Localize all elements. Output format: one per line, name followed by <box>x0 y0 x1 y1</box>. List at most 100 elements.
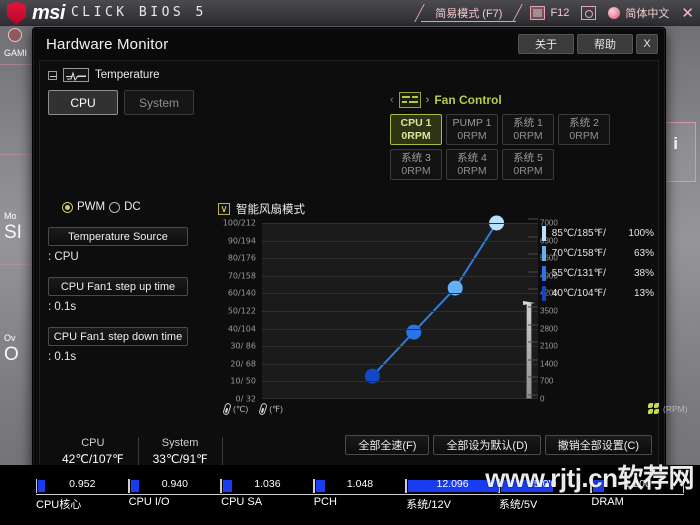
fan-button-sys4[interactable]: 系统 4 0RPM <box>446 149 498 180</box>
y-axis-tick: 50/122 <box>227 306 256 316</box>
legend-row: 55℃/131℉/ 38% <box>542 263 654 283</box>
fan-button-sys5[interactable]: 系统 5 0RPM <box>502 149 554 180</box>
voltage-item: 0.940 CPU I/O <box>128 478 222 525</box>
rpm-axis-tick: 2100 <box>528 341 558 351</box>
screenshot-f12-button[interactable]: F12 <box>530 6 569 20</box>
y-axis-tick: 60/140 <box>227 288 256 298</box>
smart-fan-mode-row: ∨ 智能风扇模式 <box>218 201 654 217</box>
fan-control-section: ‹ › Fan Control CPU 1 0RPM PUMP 1 0RPM 系… <box>390 92 668 180</box>
fan-button-pump1[interactable]: PUMP 1 0RPM <box>446 114 498 145</box>
voltage-value: 1.036 <box>254 478 281 490</box>
clock-icon <box>8 28 22 42</box>
grid-line <box>262 346 538 348</box>
y-axis-tick: 90/194 <box>227 236 256 246</box>
fan-rpm: 0RPM <box>457 129 487 142</box>
step-up-time-value: : 0.1s <box>48 301 77 313</box>
voltage-label: DRAM <box>591 496 624 508</box>
radio-dc[interactable] <box>109 201 121 213</box>
temperature-graph-icon <box>63 68 89 82</box>
prev-arrow-icon[interactable]: ‹ <box>390 94 394 106</box>
legend-row: 85℃/185℉/ 100% <box>542 223 654 243</box>
msi-shield-icon <box>7 1 26 25</box>
revert-all-button[interactable]: 撤销全部设置(C) <box>544 435 652 455</box>
all-default-button[interactable]: 全部设为默认(D) <box>433 435 541 455</box>
fan-rpm: 0RPM <box>457 164 487 177</box>
y-axis-tick: 100/212 <box>222 218 256 228</box>
bios-suite-name: CLICK BIOS 5 <box>70 5 207 20</box>
help-button[interactable]: 帮助 <box>577 34 633 54</box>
smart-fan-checkbox[interactable]: ∨ <box>218 203 230 215</box>
step-down-time-button[interactable]: CPU Fan1 step down time <box>48 327 188 346</box>
hardware-monitor-dialog: Hardware Monitor 关于 帮助 X Temperature CPU <box>33 28 688 512</box>
collapse-icon[interactable] <box>48 70 57 80</box>
radio-pwm[interactable] <box>62 201 73 213</box>
close-button[interactable]: X <box>636 34 658 54</box>
voltage-value: 0.952 <box>69 478 96 490</box>
all-full-speed-button[interactable]: 全部全速(F) <box>345 435 430 455</box>
search-button[interactable] <box>581 6 597 20</box>
grid-line <box>262 293 538 295</box>
rpm-axis-tick: 0 <box>528 394 544 404</box>
temperature-section-header: Temperature <box>40 61 658 82</box>
legend-temp: 40℃/104℉/ <box>551 287 606 299</box>
fan-button-sys3[interactable]: 系统 3 0RPM <box>390 149 442 180</box>
y-axis-tick: 40/104 <box>227 324 256 334</box>
fan-rpm: 0RPM <box>401 129 431 142</box>
rpm-axis-tick: 1400 <box>528 359 558 368</box>
fan-button-sys2[interactable]: 系统 2 0RPM <box>558 114 610 145</box>
language-button[interactable]: 简体中文 <box>608 5 669 21</box>
y-axis-tick: 80/176 <box>227 253 256 263</box>
y-axis-tick: 30/ 86 <box>230 341 256 351</box>
legend-row: 70℃/158℉/ 63% <box>542 243 654 263</box>
rpm-axis-tick: 700 <box>528 376 553 386</box>
radio-pwm-label: PWM <box>77 201 106 213</box>
next-arrow-icon[interactable]: › <box>426 94 430 106</box>
readout-value: 33℃/91℉ <box>152 452 208 466</box>
f12-label: F12 <box>550 7 570 19</box>
rpm-indicator-bar <box>526 303 532 399</box>
step-up-time-button[interactable]: CPU Fan1 step up time <box>48 277 188 296</box>
fahrenheit-unit: (℉) <box>258 402 283 416</box>
fan-name: 系统 2 <box>569 116 599 129</box>
axis-units-rpm: (RPM) <box>648 403 688 414</box>
celsius-unit: (℃) <box>222 402 248 416</box>
easy-mode-label: 简易模式 (F7) <box>435 8 503 20</box>
rpm-axis-tick: 3500 <box>528 306 558 316</box>
legend-swatch <box>542 245 546 261</box>
grid-line <box>262 275 538 277</box>
close-icon[interactable]: ✕ <box>681 6 694 21</box>
fan-rpm: 0RPM <box>569 129 599 142</box>
fan-button-sys1[interactable]: 系统 1 0RPM <box>502 114 554 145</box>
fan-name: 系统 4 <box>457 151 487 164</box>
temperature-readouts: CPU 42℃/107℉ System 33℃/91℉ <box>48 437 223 466</box>
voltage-label: PCH <box>313 496 337 508</box>
fan-button-list: CPU 1 0RPM PUMP 1 0RPM 系统 1 0RPM 系统 2 0R… <box>390 114 664 180</box>
y-axis-tick: 20/ 68 <box>230 359 256 369</box>
page-title: Hardware Monitor <box>46 35 169 53</box>
fan-name: CPU 1 <box>400 116 432 129</box>
step-down-time-value: : 0.1s <box>48 351 77 363</box>
legend-percent: 100% <box>628 227 654 239</box>
fan-curve-chart: ∨ 智能风扇模式 100/212 90/194 80/176 70/158 60/140… <box>218 201 688 431</box>
readout-label: System <box>161 437 199 449</box>
legend-temp: 55℃/131℉/ <box>551 267 606 279</box>
easy-mode-button[interactable]: 简易模式 (F7) <box>414 0 524 26</box>
fan-rpm: 0RPM <box>513 129 543 142</box>
grid-line <box>262 258 538 260</box>
camera-icon <box>530 6 546 20</box>
tab-system[interactable]: System <box>124 90 194 115</box>
voltage-value: 0.940 <box>161 478 188 490</box>
thermometer-icon <box>258 402 268 416</box>
legend-temp: 85℃/185℉/ <box>551 227 606 239</box>
screen-root: GAMI Mo SI Ov O i msi CLICK BIOS 5 简易模式 … <box>0 0 700 525</box>
bg-nav-label-0: GAMI <box>4 48 28 58</box>
about-button[interactable]: 关于 <box>518 34 574 54</box>
fan-control-header: ‹ › Fan Control <box>390 92 668 108</box>
fan-name: 系统 1 <box>513 116 543 129</box>
legend-swatch <box>542 265 546 281</box>
temperature-source-button[interactable]: Temperature Source <box>48 227 188 246</box>
bg-nav-big-2: O <box>4 344 19 365</box>
fan-button-cpu1[interactable]: CPU 1 0RPM <box>390 114 442 145</box>
tab-cpu[interactable]: CPU <box>48 90 118 115</box>
fan-rpm: 0RPM <box>513 164 543 177</box>
